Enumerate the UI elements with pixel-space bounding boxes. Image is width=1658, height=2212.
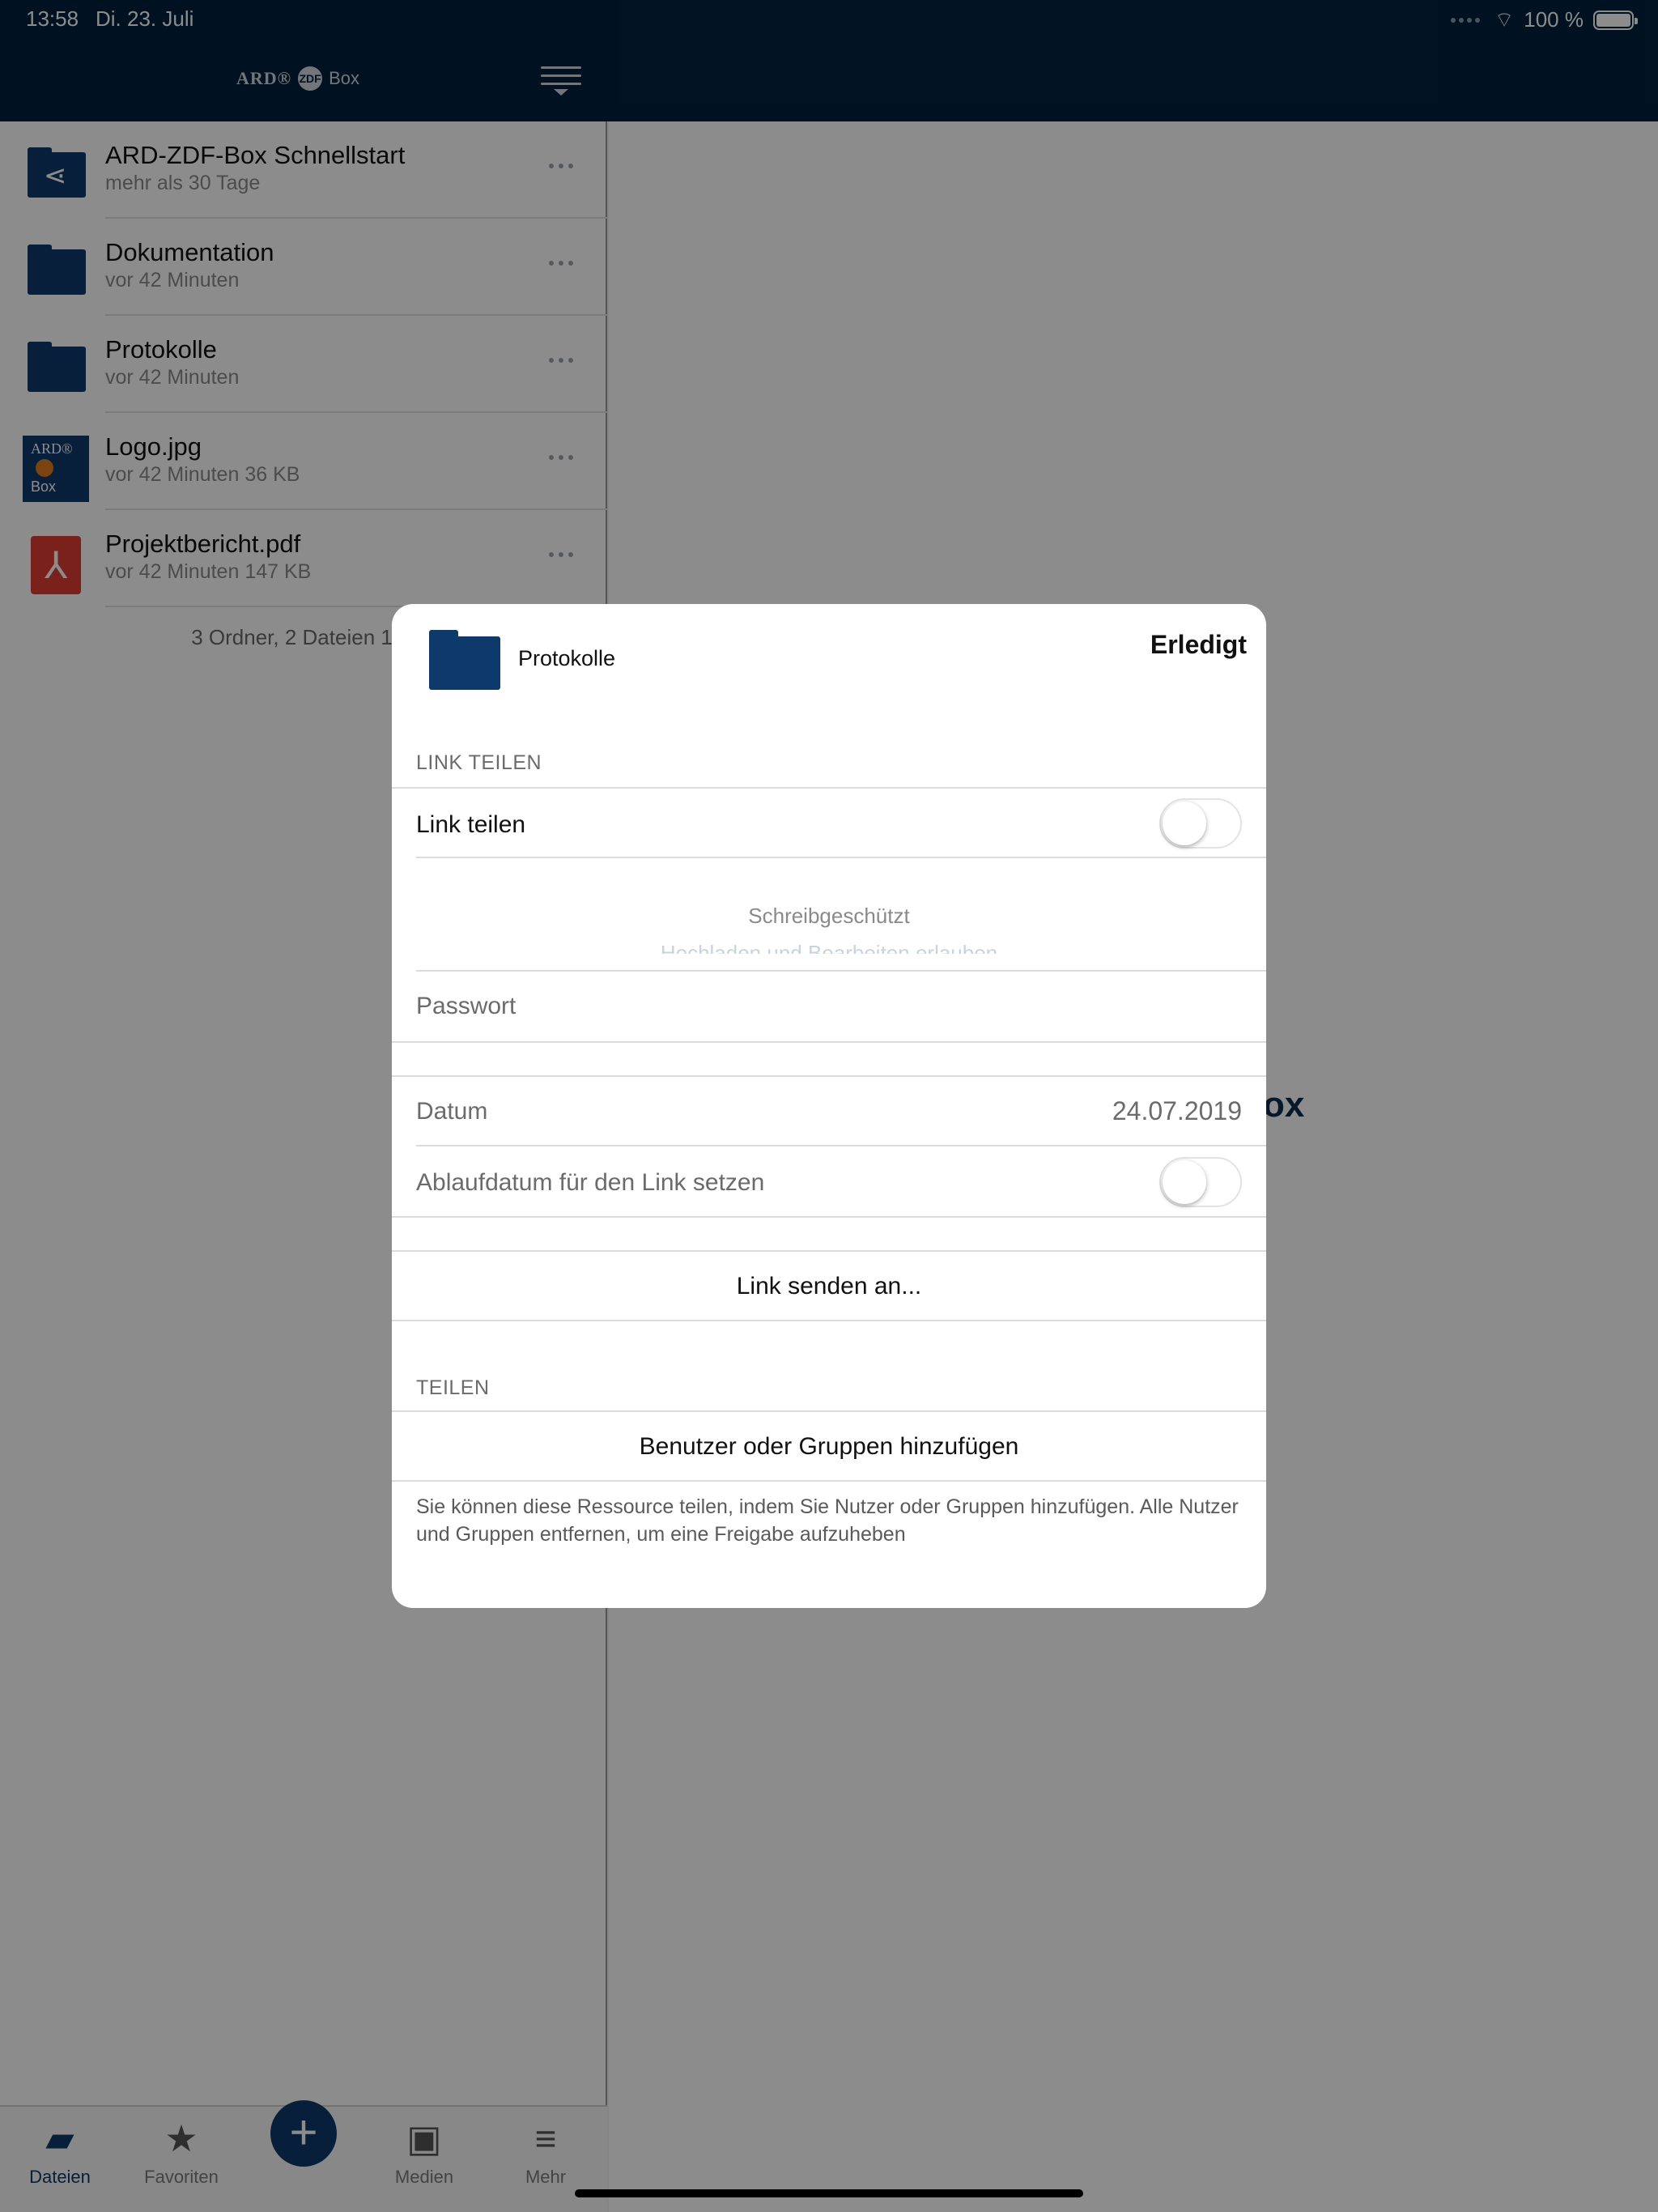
- divider: [416, 857, 1266, 858]
- divider: [392, 1216, 1266, 1218]
- add-users-groups-button[interactable]: Benutzer oder Gruppen hinzufügen: [392, 1433, 1266, 1461]
- divider: [392, 1041, 1266, 1043]
- permission-option-upload-edit[interactable]: Hochladen und Bearbeiten erlauben: [392, 939, 1266, 954]
- divider: [416, 1145, 1266, 1146]
- divider: [392, 787, 1266, 789]
- divider: [392, 1075, 1266, 1077]
- divider: [392, 1480, 1266, 1482]
- share-link-toggle[interactable]: [1159, 798, 1242, 849]
- expiry-toggle[interactable]: [1159, 1157, 1242, 1207]
- share-dialog: Protokolle Erledigt LINK TEILEN Link tei…: [392, 604, 1266, 1608]
- expiry-label: Ablaufdatum für den Link setzen: [416, 1169, 765, 1196]
- done-button[interactable]: Erledigt: [1150, 630, 1247, 660]
- permission-option-readonly[interactable]: Schreibgeschützt: [392, 904, 1266, 929]
- divider: [392, 1250, 1266, 1252]
- folder-icon: [429, 627, 500, 690]
- divider: [416, 970, 1266, 972]
- dialog-item-name: Protokolle: [518, 646, 616, 670]
- section-link-share-header: LINK TEILEN: [416, 751, 542, 774]
- password-field[interactable]: Passwort: [416, 993, 516, 1020]
- share-link-label: Link teilen: [416, 811, 526, 838]
- divider: [392, 1320, 1266, 1321]
- date-value[interactable]: 24.07.2019: [1112, 1096, 1242, 1126]
- section-share-header: TEILEN: [416, 1376, 490, 1399]
- send-link-button[interactable]: Link senden an...: [392, 1273, 1266, 1300]
- share-footer-note: Sie können diese Ressource teilen, indem…: [416, 1495, 1239, 1546]
- home-indicator[interactable]: [575, 2189, 1083, 2197]
- date-label: Datum: [416, 1098, 488, 1125]
- divider: [392, 1410, 1266, 1412]
